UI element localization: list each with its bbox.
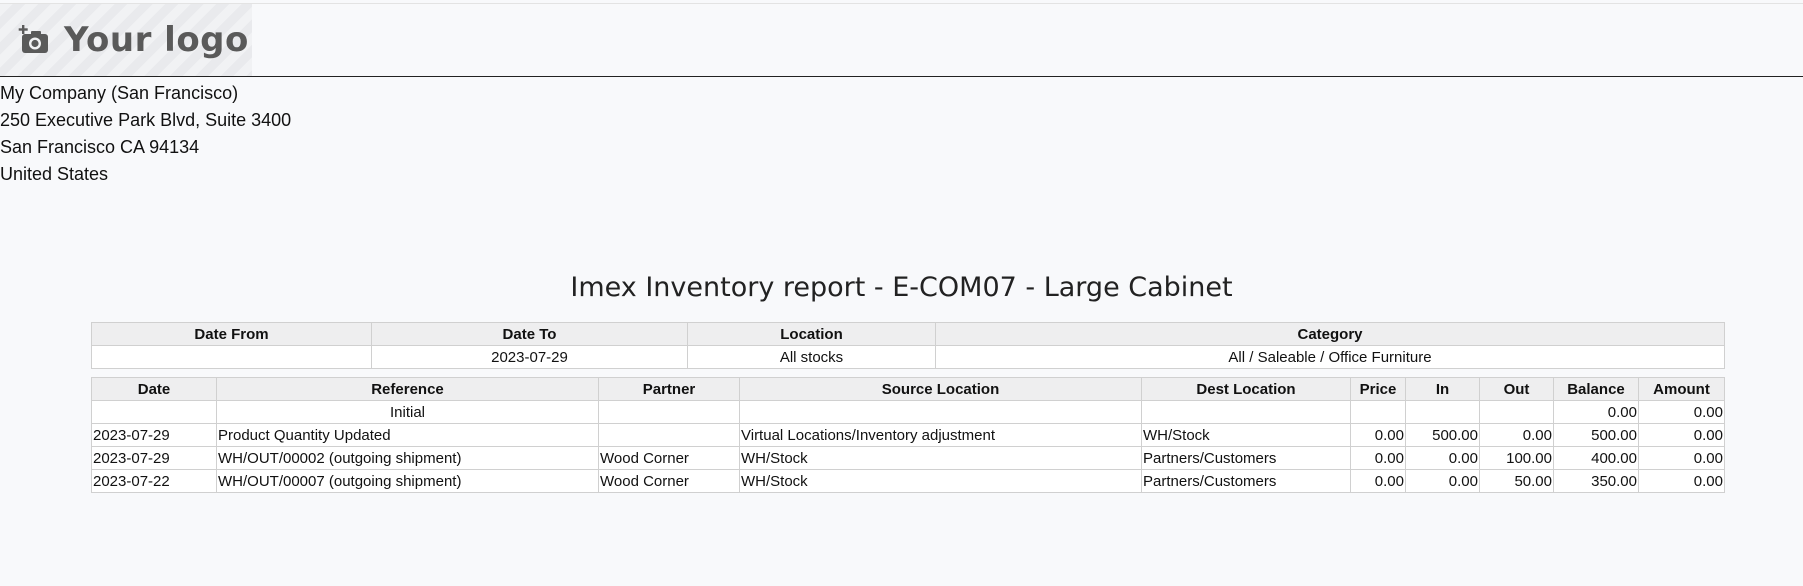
row-balance: 350.00 (1553, 469, 1639, 493)
row-in: 500.00 (1405, 423, 1480, 447)
header-source-location: Source Location (739, 377, 1142, 401)
initial-in (1405, 400, 1480, 424)
header-category: Category (935, 322, 1725, 346)
table-row: 2023-07-29 WH/OUT/00002 (outgoing shipme… (91, 446, 1725, 470)
filter-table: Date From Date To Location Category 2023… (91, 322, 1725, 369)
row-partner: Wood Corner (598, 446, 740, 470)
category-value: All / Saleable / Office Furniture (935, 345, 1725, 369)
address-line-company: My Company (San Francisco) (0, 83, 239, 103)
row-reference: Product Quantity Updated (216, 423, 599, 447)
row-date: 2023-07-29 (91, 446, 217, 470)
row-date: 2023-07-22 (91, 469, 217, 493)
header-in: In (1405, 377, 1480, 401)
initial-label: Initial (216, 400, 599, 424)
row-dest-location: Partners/Customers (1141, 446, 1351, 470)
header-amount: Amount (1638, 377, 1725, 401)
initial-amount: 0.00 (1638, 400, 1725, 424)
row-amount: 0.00 (1638, 469, 1725, 493)
row-amount: 0.00 (1638, 446, 1725, 470)
location-value: All stocks (687, 345, 936, 369)
row-date: 2023-07-29 (91, 423, 217, 447)
filter-value-row: 2023-07-29 All stocks All / Saleable / O… (91, 345, 1725, 369)
header-dest-location: Dest Location (1141, 377, 1351, 401)
row-source-location: WH/Stock (739, 469, 1142, 493)
initial-balance: 0.00 (1553, 400, 1639, 424)
row-reference: WH/OUT/00007 (outgoing shipment) (216, 469, 599, 493)
stock-moves-table: Date Reference Partner Source Location D… (91, 377, 1725, 493)
header-price: Price (1350, 377, 1406, 401)
address-line-street: 250 Executive Park Blvd, Suite 3400 (0, 110, 292, 130)
row-price: 0.00 (1350, 446, 1406, 470)
header-location: Location (687, 322, 936, 346)
row-in: 0.00 (1405, 446, 1480, 470)
initial-dest (1141, 400, 1351, 424)
row-partner (598, 423, 740, 447)
header-balance: Balance (1553, 377, 1639, 401)
filter-header-row: Date From Date To Location Category (91, 322, 1725, 346)
row-out: 0.00 (1479, 423, 1554, 447)
row-balance: 500.00 (1553, 423, 1639, 447)
row-balance: 400.00 (1553, 446, 1639, 470)
report-header: Your logo (0, 4, 1803, 77)
header-partner: Partner (598, 377, 740, 401)
header-out: Out (1479, 377, 1554, 401)
initial-source (739, 400, 1142, 424)
initial-price (1350, 400, 1406, 424)
company-address: My Company (San Francisco) 250 Executive… (0, 80, 291, 188)
row-dest-location: Partners/Customers (1141, 469, 1351, 493)
moves-header-row: Date Reference Partner Source Location D… (91, 377, 1725, 401)
row-price: 0.00 (1350, 423, 1406, 447)
row-partner: Wood Corner (598, 469, 740, 493)
header-date: Date (91, 377, 217, 401)
camera-plus-icon (18, 25, 48, 53)
address-line-country: United States (0, 164, 109, 184)
row-in: 0.00 (1405, 469, 1480, 493)
row-source-location: Virtual Locations/Inventory adjustment (739, 423, 1142, 447)
address-line-city: San Francisco CA 94134 (0, 137, 200, 157)
row-reference: WH/OUT/00002 (outgoing shipment) (216, 446, 599, 470)
row-out: 100.00 (1479, 446, 1554, 470)
row-out: 50.00 (1479, 469, 1554, 493)
header-reference: Reference (216, 377, 599, 401)
row-price: 0.00 (1350, 469, 1406, 493)
table-row: 2023-07-29 Product Quantity Updated Virt… (91, 423, 1725, 447)
row-source-location: WH/Stock (739, 446, 1142, 470)
initial-partner (598, 400, 740, 424)
initial-row: Initial 0.00 0.00 (91, 400, 1725, 424)
header-date-to: Date To (371, 322, 688, 346)
logo-text: Your logo (64, 20, 249, 60)
header-date-from: Date From (91, 322, 372, 346)
date-from-value (91, 345, 372, 369)
row-dest-location: WH/Stock (1141, 423, 1351, 447)
initial-date (91, 400, 217, 424)
report-title: Imex Inventory report - E-COM07 - Large … (570, 272, 1233, 303)
date-to-value: 2023-07-29 (371, 345, 688, 369)
row-amount: 0.00 (1638, 423, 1725, 447)
initial-out (1479, 400, 1554, 424)
table-row: 2023-07-22 WH/OUT/00007 (outgoing shipme… (91, 469, 1725, 493)
company-logo[interactable]: Your logo (0, 4, 252, 76)
